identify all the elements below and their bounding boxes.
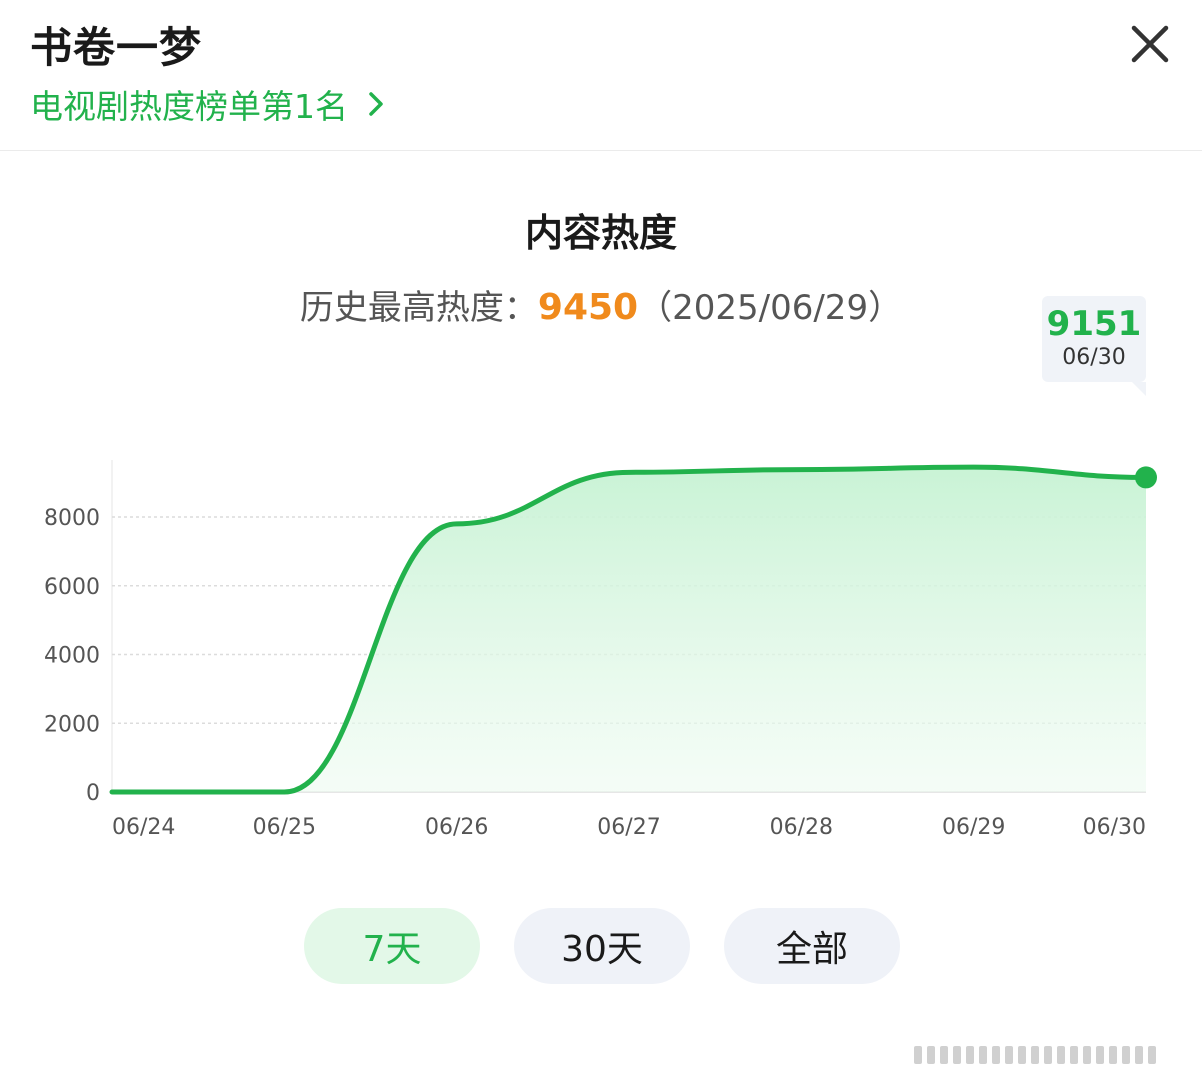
chevron-right-icon (369, 92, 383, 116)
y-tick-label: 8000 (44, 506, 100, 531)
header: 书卷一梦 电视剧热度榜单第1名 (0, 0, 1202, 151)
data-point[interactable] (281, 789, 287, 795)
peak-line: 历史最高热度：9450（2025/06/29） (0, 280, 1202, 329)
range-all-label: 全部 (775, 929, 848, 970)
y-tick-label: 0 (86, 781, 100, 806)
range-7-days-button[interactable]: 7天 (304, 908, 480, 984)
x-tick-label: 06/25 (253, 815, 316, 840)
range-selector: 7天 30天 全部 (0, 908, 1202, 984)
highlighted-data-point[interactable] (1135, 466, 1157, 489)
peak-label: 历史最高热度： (299, 288, 538, 328)
page-title: 书卷一梦 (30, 23, 203, 72)
x-tick-label: 06/27 (597, 815, 660, 840)
tooltip-tail (1132, 382, 1146, 396)
peak-value: 9450 (537, 287, 639, 328)
y-tick-label: 2000 (44, 712, 100, 737)
x-tick-label: 06/24 (112, 815, 175, 840)
data-point[interactable] (109, 789, 115, 795)
chart-title: 内容热度 (524, 211, 677, 255)
y-tick-label: 6000 (44, 575, 100, 600)
rank-link[interactable]: 电视剧热度榜单第1名 (30, 80, 390, 128)
close-icon[interactable] (1126, 20, 1174, 68)
watermark-strip (914, 1046, 1186, 1064)
x-tick-label: 06/28 (770, 815, 833, 840)
data-point[interactable] (798, 467, 804, 473)
data-point[interactable] (971, 464, 977, 470)
rank-link-label: 电视剧热度榜单第1名 (30, 87, 348, 126)
series-area (112, 467, 1146, 792)
x-tick-label: 06/30 (1083, 815, 1146, 840)
x-tick-label: 06/26 (425, 815, 488, 840)
tooltip: 9151 06/30 (1042, 296, 1146, 396)
range-7-days-label: 7天 (362, 929, 422, 970)
range-30-days-label: 30天 (561, 929, 643, 970)
data-point[interactable] (626, 469, 632, 475)
data-point[interactable] (454, 521, 460, 527)
peak-date: （2025/06/29） (638, 288, 903, 328)
y-tick-label: 4000 (44, 644, 100, 669)
range-all-button[interactable]: 全部 (724, 908, 900, 984)
range-30-days-button[interactable]: 30天 (514, 908, 690, 984)
tooltip-value: 9151 (1046, 304, 1142, 344)
heat-chart[interactable]: 0 2000 4000 6000 8000 06/24 06/25 06/26 06/27 06/… (0, 440, 1202, 850)
x-tick-label: 06/29 (942, 815, 1005, 840)
tooltip-date: 06/30 (1062, 345, 1126, 370)
